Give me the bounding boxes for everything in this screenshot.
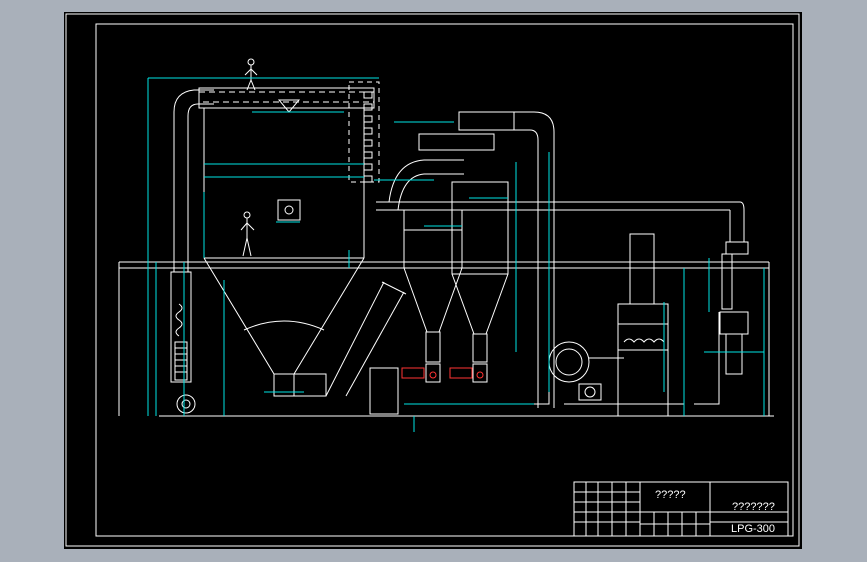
outer-sheet-border [65, 13, 800, 547]
operator-figure-top [244, 58, 258, 91]
top-platform [198, 81, 380, 183]
operator-figure-middle [240, 211, 255, 257]
scrubber-tower [617, 233, 669, 417]
inner-sheet-border [95, 23, 794, 537]
spray-dryer-drawing: ????? ??????? LPG-300 [65, 13, 800, 547]
circulation-pump [564, 383, 684, 405]
title-block-drawing-title: ????? [655, 489, 686, 501]
dimension-lines [147, 77, 765, 432]
right-side-unit [694, 253, 749, 405]
rotary-valves [401, 367, 484, 379]
title-block-drawing-number: LPG-300 [731, 523, 775, 535]
title-block-company: ??????? [732, 501, 775, 513]
platform-lines [118, 261, 774, 417]
cad-viewport[interactable]: ????? ??????? LPG-300 [64, 12, 802, 549]
hot-air-duct [170, 89, 214, 414]
drying-chamber [203, 99, 365, 397]
cyclone-separator-1 [403, 209, 463, 383]
cyclone-separator-2 [451, 181, 509, 383]
inclined-conveyor [294, 281, 407, 415]
